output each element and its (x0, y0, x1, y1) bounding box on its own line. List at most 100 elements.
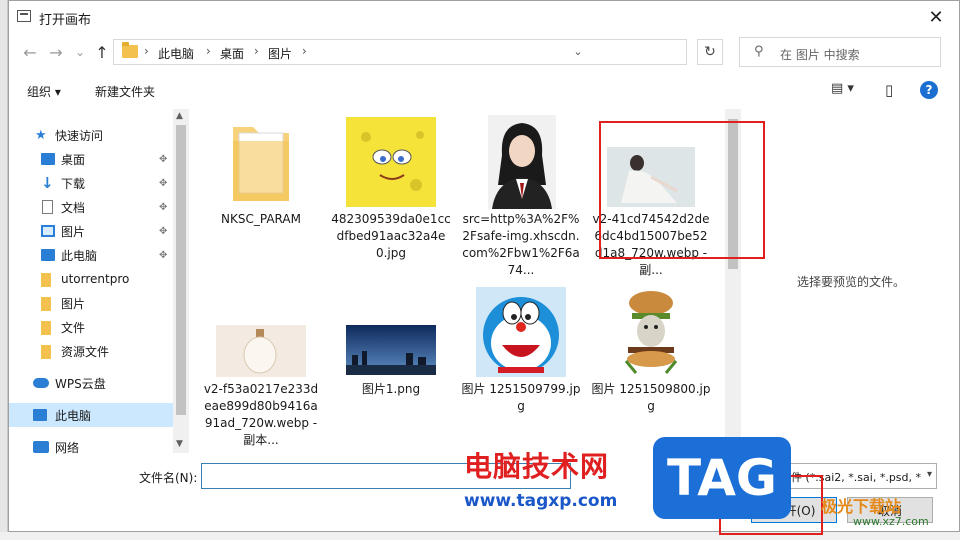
folder-icon (41, 345, 51, 359)
file-item-image[interactable]: 图片 1251509799.jpg (461, 287, 581, 453)
doraemon-thumbnail (476, 287, 566, 377)
window-icon (17, 10, 31, 22)
close-button[interactable]: ✕ (913, 1, 959, 33)
folder-icon (41, 297, 51, 311)
search-placeholder: 在 图片 中搜索 (780, 48, 860, 62)
breadcrumb-separator[interactable]: › (302, 44, 307, 58)
address-bar[interactable]: › 此电脑 › 桌面 › 图片 › (113, 39, 687, 65)
file-item-image[interactable]: src=http%3A%2F%2Fsafe-img.xhscdn.com%2Fb… (461, 109, 581, 279)
pin-icon: ✥ (159, 153, 168, 165)
navigation-pane: ★ 快速访问 桌面 ✥ ↓ 下载 ✥ 文档 ✥ 图片 ✥ 此电脑 ✥ utorr… (9, 109, 189, 455)
computer-icon (41, 249, 55, 261)
scrollbar-thumb[interactable] (176, 125, 186, 415)
scroll-down-arrow-icon[interactable]: ▼ (176, 439, 183, 449)
desktop-icon (41, 153, 55, 165)
sidebar-item-pictures[interactable]: 图片 ✥ (9, 219, 173, 243)
filename-label: 文件名(N): (139, 471, 198, 485)
sidebar-item-label: 此电脑 (55, 408, 92, 423)
file-item-folder[interactable]: NKSC_PARAM (201, 109, 321, 279)
burger-cat-thumbnail (606, 287, 696, 377)
sidebar-item-label: 桌面 (61, 152, 86, 167)
sidebar-item-label: WPS云盘 (55, 376, 106, 391)
cityscape-thumbnail (346, 325, 436, 375)
sidebar-item-resources-folder[interactable]: 资源文件 (9, 339, 173, 363)
sidebar-item-network[interactable]: 网络 (9, 435, 173, 459)
sidebar-item-label: 此电脑 (61, 248, 98, 263)
file-name: src=http%3A%2F%2Fsafe-img.xhscdn.com%2Fb… (462, 212, 580, 277)
pin-icon: ✥ (159, 249, 168, 261)
background-app-bottom-bar (0, 532, 960, 540)
sidebar-item-this-pc-quick[interactable]: 此电脑 ✥ (9, 243, 173, 267)
sidebar-item-this-pc[interactable]: 此电脑 (9, 403, 173, 427)
sidebar-item-label: 下载 (61, 176, 86, 191)
file-item-image[interactable]: 图片 1251509800.jpg (591, 287, 711, 453)
sidebar-item-wps-cloud[interactable]: WPS云盘 (9, 371, 173, 395)
sidebar-item-label: 图片 (61, 224, 86, 239)
chevron-down-icon: ▾ (926, 469, 932, 480)
file-name: v2-f53a0217e233deae899d80b9416a91ad_720w… (203, 382, 319, 447)
open-canvas-dialog: 打开画布 ✕ ← → ⌄ ↑ › 此电脑 › 桌面 › 图片 › ⌄ ↻ ⚲ 在… (8, 0, 960, 535)
file-item-image[interactable]: v2-41cd74542d2de6dc4bd15007be52d1a8_720w… (591, 109, 711, 279)
up-arrow-icon[interactable]: ↑ (91, 41, 113, 63)
sidebar-item-files-folder[interactable]: 文件 (9, 315, 173, 339)
breadcrumb-separator: › (144, 44, 149, 58)
organize-menu[interactable]: 组织 ▾ (27, 83, 61, 100)
file-name: v2-41cd74542d2de6dc4bd15007be52d1a8_720w… (592, 212, 710, 277)
preview-message: 选择要预览的文件。 (796, 275, 905, 289)
search-icon: ⚲ (754, 44, 764, 59)
sidebar-item-label: 图片 (61, 296, 86, 311)
folder-icon (41, 321, 51, 335)
sidebar-item-pictures-folder[interactable]: 图片 (9, 291, 173, 315)
view-options-icon[interactable]: ▤ ▾ (831, 81, 854, 96)
file-name: 图片 1251509799.jpg (461, 382, 581, 413)
file-list-scrollbar[interactable]: ▼ (725, 109, 741, 453)
scroll-up-arrow-icon[interactable]: ▲ (176, 111, 183, 121)
sidebar-item-utorrentpro[interactable]: utorrentpro (9, 267, 173, 291)
folder-icon (122, 42, 138, 58)
bottle-thumbnail (216, 325, 306, 377)
sidebar-item-label: utorrentpro (61, 272, 130, 286)
scrollbar-thumb[interactable] (728, 119, 738, 269)
window-title: 打开画布 (39, 13, 92, 28)
watermark-site-url: www.xz7.com (853, 515, 929, 528)
sidebar-item-label: 资源文件 (61, 344, 110, 359)
address-history-chevron-icon[interactable]: ⌄ (569, 45, 587, 63)
file-item-image[interactable]: 图片1.png (331, 287, 451, 453)
watermark-url: www.tagxp.com (464, 491, 618, 511)
file-item-image[interactable]: 482309539da0e1ccdfbed91aac32a4e0.jpg (331, 109, 451, 279)
breadcrumb-separator[interactable]: › (206, 44, 211, 58)
sidebar-item-quick-access[interactable]: ★ 快速访问 (9, 123, 173, 147)
preview-pane-icon[interactable]: ▯ (885, 81, 893, 99)
file-item-image[interactable]: v2-f53a0217e233deae899d80b9416a91ad_720w… (201, 287, 321, 453)
file-name: 图片1.png (361, 382, 421, 396)
title-bar: 打开画布 ✕ (9, 1, 959, 33)
picture-icon (41, 225, 55, 237)
sidebar-item-downloads[interactable]: ↓ 下载 ✥ (9, 171, 173, 195)
sidebar-item-label: 文档 (61, 200, 86, 215)
breadcrumb-pictures[interactable]: 图片 (268, 45, 292, 62)
sidebar-item-label: 文件 (61, 320, 86, 335)
file-name: NKSC_PARAM (221, 212, 301, 226)
computer-icon (33, 409, 47, 421)
command-bar: 组织 ▾ 新建文件夹 ▤ ▾ ▯ (9, 77, 959, 103)
breadcrumb-this-pc[interactable]: 此电脑 (158, 45, 194, 62)
watermark-brand: 极光下载站 (821, 497, 902, 516)
document-icon (42, 200, 53, 214)
breadcrumb-desktop[interactable]: 桌面 (220, 45, 244, 62)
refresh-icon[interactable]: ↻ (697, 39, 723, 65)
breadcrumb-separator[interactable]: › (254, 44, 259, 58)
file-list: NKSC_PARAM 482309539da0e1ccdfbed91aac32a… (195, 109, 725, 453)
new-folder-button[interactable]: 新建文件夹 (95, 83, 155, 100)
help-icon[interactable]: ? (920, 81, 938, 99)
sidebar-item-documents[interactable]: 文档 ✥ (9, 195, 173, 219)
recent-locations-chevron-icon[interactable]: ⌄ (69, 41, 91, 63)
sidebar-scrollbar[interactable]: ▲ ▼ (173, 109, 189, 453)
forward-arrow-icon[interactable]: → (45, 41, 67, 63)
portrait-thumbnail (488, 115, 556, 209)
pin-icon: ✥ (159, 225, 168, 237)
sidebar-item-desktop[interactable]: 桌面 ✥ (9, 147, 173, 171)
spongebob-thumbnail (346, 117, 436, 207)
watermark-site-name: 电脑技术网 (464, 450, 610, 483)
search-box[interactable]: ⚲ 在 图片 中搜索 (739, 37, 941, 67)
back-arrow-icon[interactable]: ← (19, 41, 41, 63)
